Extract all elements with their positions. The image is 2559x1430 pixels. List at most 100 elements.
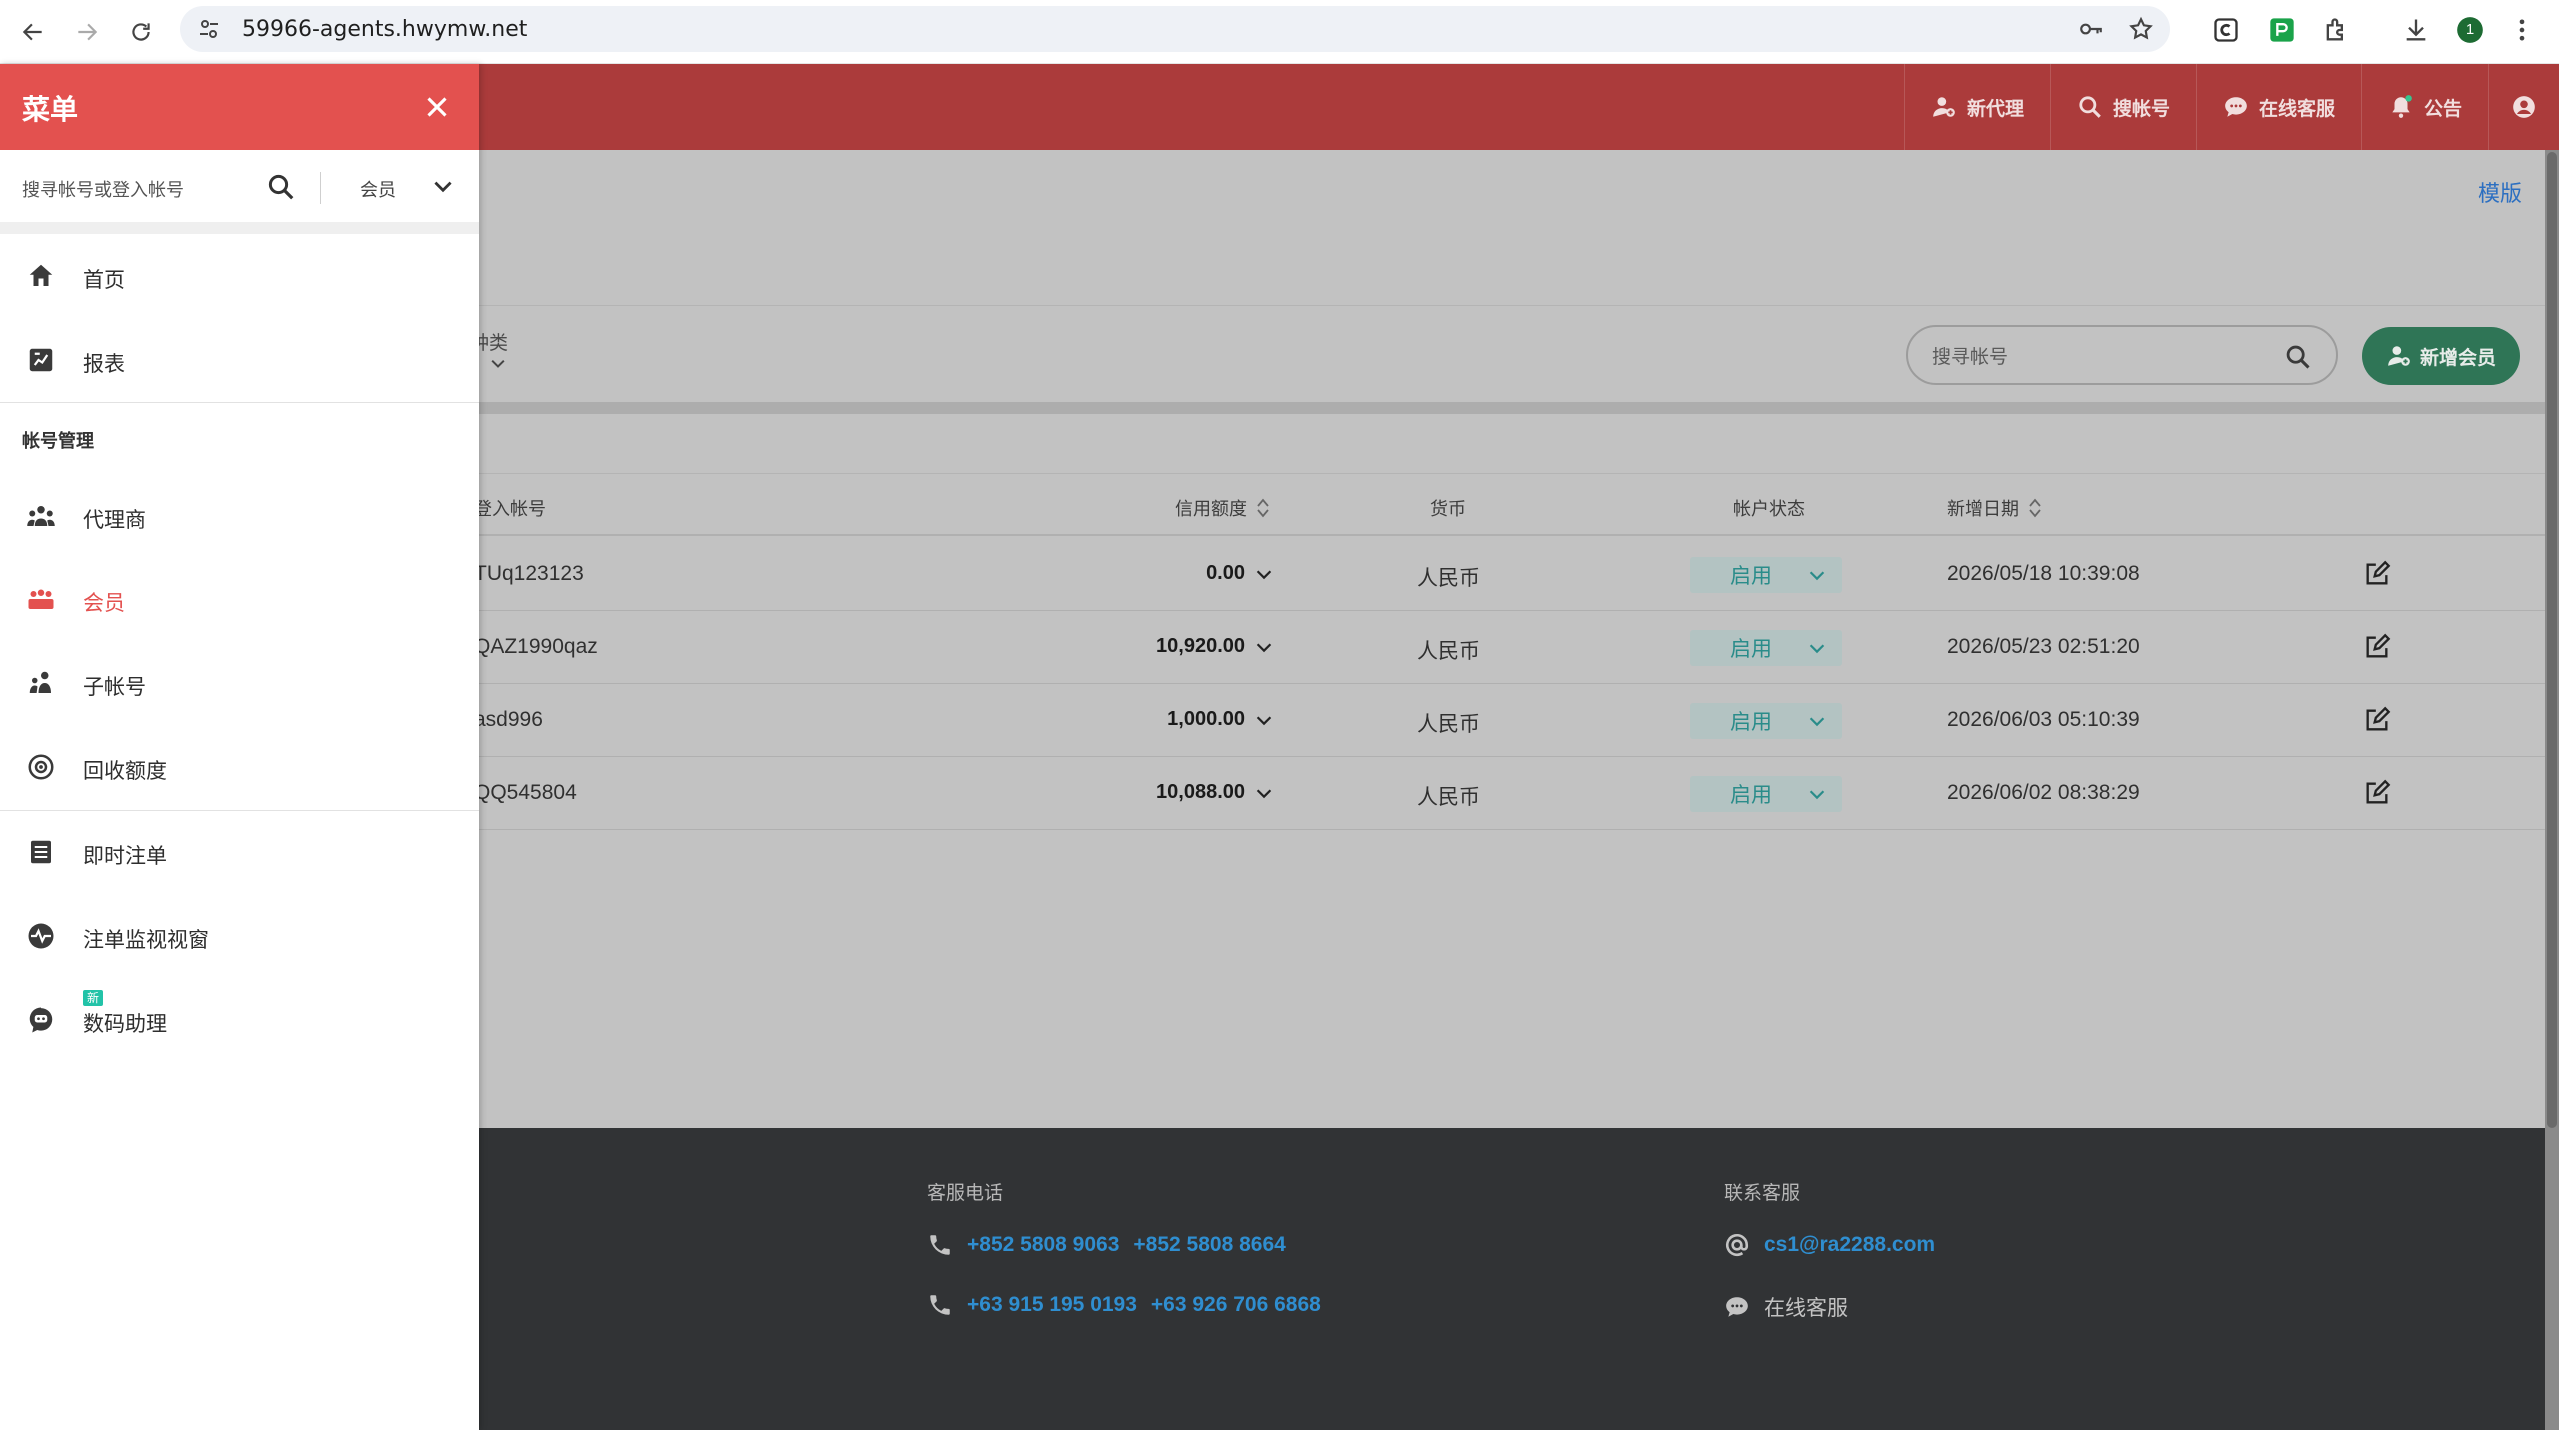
footer-phones-row-2: +63 915 195 0193 +63 926 706 6868	[927, 1292, 1321, 1318]
phone-icon	[930, 1235, 950, 1255]
chevron-down-icon	[1256, 642, 1272, 652]
page-scrollbar-thumb[interactable]	[2547, 152, 2557, 1128]
footer-phone-link[interactable]: +852 5808 8664	[1133, 1233, 1285, 1257]
column-status-label: 帐户状态	[1733, 499, 1805, 519]
profile-button[interactable]: 1	[2456, 10, 2484, 50]
footer-phone-link[interactable]: +63 926 706 6868	[1151, 1293, 1321, 1317]
assistant-icon	[29, 1007, 53, 1033]
menu-item-label: 报表	[83, 353, 125, 376]
row-credit[interactable]: 10,920.00	[1156, 635, 1275, 658]
edit-icon[interactable]	[2363, 560, 2391, 588]
drawer-title: 菜单	[22, 94, 79, 125]
chat-icon	[2225, 97, 2247, 117]
sort-icon[interactable]	[1255, 497, 1271, 519]
menu-item-reports[interactable]: 报表	[0, 330, 479, 390]
user-add-icon	[1933, 97, 1955, 117]
arrow-right-icon	[78, 23, 98, 40]
column-credit[interactable]: 信用额度	[1175, 495, 1271, 521]
row-status-select[interactable]: 启用	[1690, 557, 1842, 593]
account-circle-icon	[2513, 96, 2535, 118]
star-icon[interactable]	[2128, 16, 2154, 42]
account-search-input[interactable]: 搜寻帐号	[1906, 325, 2338, 385]
column-login: 登入帐号	[474, 495, 546, 521]
monitor-icon	[28, 923, 54, 949]
add-member-button[interactable]: 新增会员	[2362, 327, 2520, 385]
address-bar[interactable]: 59966-agents.hwymw.net	[180, 6, 2170, 52]
puzzle-icon	[2326, 18, 2343, 41]
reload-button[interactable]	[114, 5, 168, 59]
footer-phone-link[interactable]: +852 5808 9063	[967, 1233, 1119, 1257]
menu-item-bet-monitor[interactable]: 注单监视视窗	[0, 906, 479, 966]
menu-item-home[interactable]: 首页	[0, 246, 479, 306]
extensions-button[interactable]	[2322, 10, 2350, 50]
header-account-button[interactable]	[2488, 64, 2559, 150]
side-menu-drawer: 菜单 搜寻帐号或登入帐号 会员 首页 报表 帐号管理 代理商 会员 子帐号 回收…	[0, 64, 479, 1430]
extension-c-button[interactable]	[2212, 10, 2240, 50]
column-login-label: 登入帐号	[474, 499, 546, 519]
template-link[interactable]: 模版	[2478, 176, 2522, 208]
edit-icon[interactable]	[2363, 633, 2391, 661]
menu-item-label: 回收额度	[83, 760, 167, 783]
header-search-account-button[interactable]: 搜帐号	[2049, 64, 2196, 150]
header-announcement-button[interactable]: 公告	[2360, 64, 2488, 150]
extension-green-icon	[2270, 18, 2294, 42]
menu-item-members[interactable]: 会员	[0, 569, 479, 629]
download-icon	[2406, 19, 2426, 41]
header-announcement-label: 公告	[2423, 98, 2462, 120]
key-icon[interactable]	[2078, 16, 2104, 42]
row-credit[interactable]: 0.00	[1206, 562, 1275, 585]
menu-item-digital-assistant[interactable]: 数码助理	[0, 990, 479, 1050]
drawer-role-select[interactable]: 会员	[360, 176, 396, 202]
search-icon[interactable]	[2284, 343, 2312, 371]
user-add-icon	[2388, 346, 2410, 366]
back-button[interactable]	[6, 5, 60, 59]
row-credit[interactable]: 10,088.00	[1156, 781, 1275, 804]
extension-green-button[interactable]	[2268, 10, 2296, 50]
menu-item-label: 会员	[83, 592, 125, 615]
menu-item-live-bets[interactable]: 即时注单	[0, 822, 479, 882]
forward-button[interactable]	[60, 5, 114, 59]
footer-email-row: cs1@ra2288.com	[1724, 1232, 1935, 1258]
header-online-service-button[interactable]: 在线客服	[2195, 64, 2361, 150]
column-created[interactable]: 新增日期	[1947, 495, 2043, 521]
profile-initial: 1	[2465, 21, 2475, 38]
footer-phone-link[interactable]: +63 915 195 0193	[967, 1293, 1137, 1317]
menu-item-agents[interactable]: 代理商	[0, 486, 479, 546]
header-new-agent-button[interactable]: 新代理	[1903, 64, 2050, 150]
edit-icon[interactable]	[2363, 706, 2391, 734]
phone-icon	[930, 1295, 950, 1315]
header-new-agent-label: 新代理	[1966, 98, 2024, 120]
edit-icon[interactable]	[2363, 779, 2391, 807]
row-status-select[interactable]: 启用	[1690, 776, 1842, 812]
site-info-button[interactable]	[194, 14, 224, 44]
footer-email-link[interactable]: cs1@ra2288.com	[1764, 1233, 1935, 1257]
search-icon[interactable]	[266, 172, 296, 202]
footer-contact-label: 联系客服	[1724, 1183, 1801, 1204]
home-icon	[29, 264, 53, 286]
column-created-label: 新增日期	[1947, 499, 2019, 519]
downloads-button[interactable]	[2402, 10, 2430, 50]
chevron-down-icon[interactable]	[488, 354, 508, 374]
chevron-down-icon	[1809, 717, 1825, 727]
chevron-down-icon[interactable]	[430, 174, 456, 200]
drawer-search-input[interactable]: 搜寻帐号或登入帐号	[22, 176, 184, 202]
row-login: QQ545804	[474, 781, 577, 804]
footer-online-service-row[interactable]: 在线客服	[1724, 1292, 1848, 1322]
close-icon[interactable]	[420, 90, 454, 124]
row-currency: 人民币	[1417, 713, 1480, 736]
row-login: TUq123123	[474, 562, 584, 585]
menu-item-recycle-credit[interactable]: 回收额度	[0, 737, 479, 797]
header-online-service-label: 在线客服	[2258, 98, 2335, 120]
menu-item-label: 即时注单	[83, 845, 167, 868]
sort-icon[interactable]	[2027, 497, 2043, 519]
menu-item-label: 注单监视视窗	[83, 929, 209, 952]
menu-item-sub-accounts[interactable]: 子帐号	[0, 653, 479, 713]
browser-menu-button[interactable]	[2508, 10, 2536, 50]
row-credit[interactable]: 1,000.00	[1167, 708, 1275, 731]
bell-icon	[2392, 95, 2412, 118]
chevron-down-icon	[1256, 788, 1272, 798]
row-currency: 人民币	[1417, 640, 1480, 663]
row-status-select[interactable]: 启用	[1690, 703, 1842, 739]
column-credit-label: 信用额度	[1175, 499, 1247, 519]
row-status-select[interactable]: 启用	[1690, 630, 1842, 666]
